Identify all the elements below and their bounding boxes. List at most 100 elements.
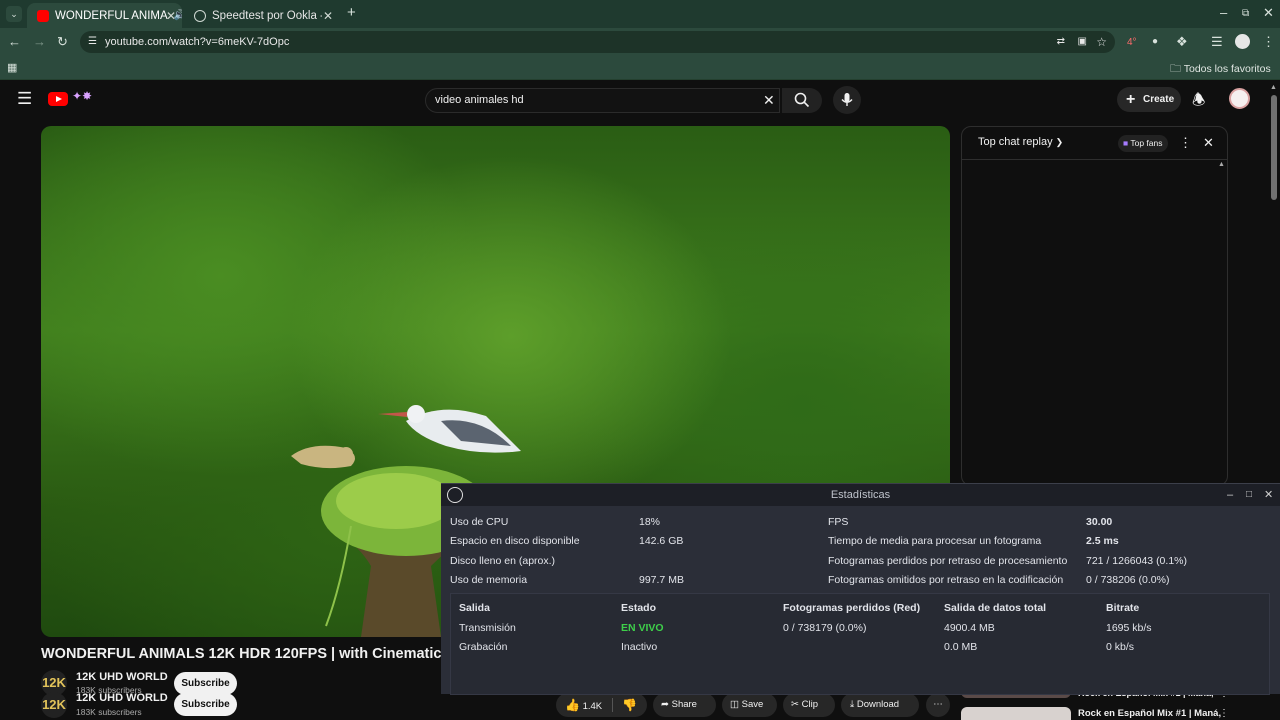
share-button[interactable]: ➦ Share xyxy=(653,693,716,717)
stats-title: Estadísticas xyxy=(830,489,891,501)
chat-mode-dropdown[interactable]: Top chat replay ❯ xyxy=(978,136,1063,148)
bookmarks-bar: ▦ 🗀 Todos los favoritos xyxy=(0,56,1280,80)
channel-name[interactable]: 12K UHD WORLD xyxy=(76,671,168,683)
stat-label: Uso de memoria xyxy=(450,574,528,586)
search-icon xyxy=(794,92,810,108)
browser-tab-strip: ⌄ WONDERFUL ANIMA 🔊 ✕ Speedtest por Ookl… xyxy=(0,0,1280,28)
extensions-puzzle-icon[interactable]: ❖ xyxy=(1176,34,1188,50)
recommended-thumbnail[interactable] xyxy=(961,707,1071,720)
obs-logo-icon xyxy=(447,487,463,503)
close-icon[interactable]: ✕ xyxy=(1264,484,1273,506)
status-badge: EN VIVO xyxy=(621,622,664,634)
all-bookmarks-folder[interactable]: 🗀 Todos los favoritos xyxy=(1170,60,1271,79)
table-cell: 4900.4 MB xyxy=(944,622,995,634)
folder-icon: 🗀 xyxy=(1170,63,1181,75)
stat-label: Disco lleno en (aprox.) xyxy=(450,555,556,567)
extension-icon[interactable]: ● xyxy=(1152,34,1158,50)
play-triangle-icon xyxy=(56,95,62,102)
stat-label: Tiempo de media para procesar un fotogra… xyxy=(828,535,1042,547)
voice-search-button[interactable] xyxy=(833,86,861,114)
obs-stats-window: Estadísticas – □ ✕ Uso de CPU 18% Espaci… xyxy=(441,483,1280,695)
clear-search-icon[interactable]: ✕ xyxy=(763,92,775,108)
new-tab-icon[interactable]: + xyxy=(347,5,356,21)
close-chat-icon[interactable]: ✕ xyxy=(1203,135,1214,151)
table-cell: 1695 kb/s xyxy=(1106,622,1152,634)
page-scrollbar[interactable] xyxy=(1271,95,1277,200)
table-header: Salida xyxy=(459,602,490,614)
stat-value: 18% xyxy=(639,516,661,528)
site-info-icon[interactable]: ☰ xyxy=(88,31,97,53)
minimize-icon[interactable]: – xyxy=(1227,484,1233,506)
chat-header-label: Top chat replay xyxy=(978,136,1053,148)
like-divider xyxy=(612,698,613,712)
maximize-icon[interactable]: □ xyxy=(1246,484,1252,506)
restore-icon[interactable]: ⧉ xyxy=(1242,6,1249,22)
create-button[interactable]: + Create xyxy=(1117,87,1181,112)
subscriber-count: 183K subscribers xyxy=(76,707,142,717)
stat-label: Fotogramas perdidos por retraso de proce… xyxy=(828,555,1068,567)
chat-scroll-up-icon[interactable]: ▲ xyxy=(1218,161,1225,168)
save-button[interactable]: ◫ Save xyxy=(722,693,777,717)
clip-label: Clip xyxy=(801,699,818,710)
plus-icon: + xyxy=(1126,91,1136,108)
browser-toolbar: ← → ↻ ☰ youtube.com/watch?v=6meKV-7dOpc … xyxy=(0,28,1280,56)
install-app-icon[interactable]: ▣ xyxy=(1078,31,1087,53)
share-label: Share xyxy=(671,699,697,710)
profile-avatar[interactable] xyxy=(1235,34,1250,49)
hamburger-menu-icon[interactable]: ☰ xyxy=(17,90,32,108)
media-control-icon[interactable]: ☰ xyxy=(1211,34,1223,50)
table-header: Bitrate xyxy=(1106,602,1140,614)
stat-value: 997.7 MB xyxy=(639,574,684,586)
channel-avatar[interactable]: 12K xyxy=(41,692,67,718)
address-bar[interactable]: ☰ youtube.com/watch?v=6meKV-7dOpc ⇄ ▣ ☆ xyxy=(80,31,1115,53)
tab-speedtest[interactable]: Speedtest por Ookla - La ✕ xyxy=(184,3,339,28)
search-input[interactable]: video animales hd xyxy=(425,88,780,113)
like-count: 1.4K xyxy=(582,701,603,712)
stat-value: 0 / 738206 (0.0%) xyxy=(1086,574,1170,586)
download-label: Download xyxy=(856,699,900,710)
microphone-icon xyxy=(841,93,853,106)
table-cell: Grabación xyxy=(459,641,508,653)
recommended-more-icon[interactable]: ⋮ xyxy=(1219,708,1229,719)
youtube-logo[interactable] xyxy=(48,92,68,106)
chat-divider xyxy=(962,159,1227,160)
stat-value: 30.00 xyxy=(1086,516,1113,528)
bookmark-star-icon[interactable]: ☆ xyxy=(1096,31,1107,53)
dislike-button[interactable]: 👎 xyxy=(622,693,637,719)
scroll-up-icon[interactable]: ▲ xyxy=(1270,84,1277,91)
like-button[interactable]: 👍 1.4K xyxy=(565,693,602,719)
tab-youtube[interactable]: WONDERFUL ANIMA 🔊 ✕ xyxy=(27,3,182,28)
back-icon[interactable]: ← xyxy=(8,34,21,50)
share-icon: ➦ xyxy=(661,699,669,710)
download-button[interactable]: ⤓ Download xyxy=(841,693,919,717)
extension-badge[interactable]: 4° xyxy=(1127,35,1137,51)
translate-icon[interactable]: ⇄ xyxy=(1057,31,1065,53)
channel-name[interactable]: 12K UHD WORLD xyxy=(76,692,168,704)
browser-menu-icon[interactable]: ⋮ xyxy=(1262,34,1275,50)
close-tab-icon[interactable]: ✕ xyxy=(323,9,333,23)
apps-grid-icon[interactable]: ▦ xyxy=(7,60,17,76)
search-button[interactable] xyxy=(782,88,822,113)
recommended-title[interactable]: Rock en Español Mix #1 | Maná, xyxy=(1078,708,1221,719)
chat-more-icon[interactable]: ⋮ xyxy=(1179,135,1192,151)
table-cell: Transmisión xyxy=(459,622,516,634)
clip-button[interactable]: ✂ Clip xyxy=(783,693,835,717)
account-avatar[interactable] xyxy=(1229,88,1250,109)
close-tab-icon[interactable]: ✕ xyxy=(166,9,176,23)
top-fans-badge[interactable]: ■ Top fans xyxy=(1118,135,1168,152)
notifications-bell-icon[interactable]: 🕭 xyxy=(1192,90,1205,115)
stats-title-bar: Estadísticas – □ ✕ xyxy=(441,484,1280,506)
close-window-icon[interactable]: ✕ xyxy=(1263,5,1274,21)
minimize-icon[interactable]: – xyxy=(1220,5,1227,21)
subscribe-button[interactable]: Subscribe xyxy=(174,672,237,695)
stat-value: 2.5 ms xyxy=(1086,535,1119,547)
reload-icon[interactable]: ↻ xyxy=(57,34,68,50)
tab-search-icon[interactable]: ⌄ xyxy=(6,6,22,22)
subscribe-button[interactable]: Subscribe xyxy=(174,693,237,716)
more-actions-button[interactable]: ⋯ xyxy=(926,693,950,717)
stat-label: Fotogramas omitidos por retraso en la co… xyxy=(828,574,1064,586)
top-fans-label: Top fans xyxy=(1130,138,1163,148)
forward-icon[interactable]: → xyxy=(33,34,46,50)
status-badge: Inactivo xyxy=(621,641,658,653)
save-icon: ◫ xyxy=(730,699,739,710)
